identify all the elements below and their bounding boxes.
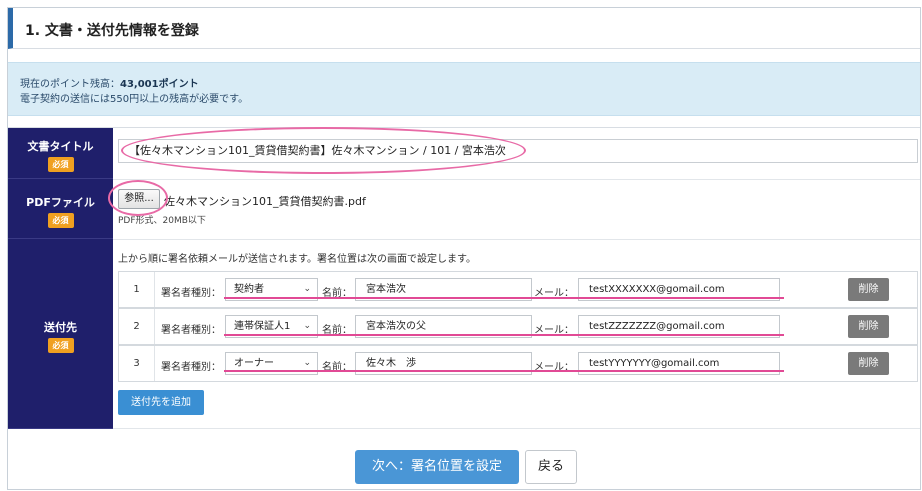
required-badge: 必須 — [47, 157, 74, 172]
signer-row: 2 署名者種別： 連帯保証人1 ⌄ 名前： 宮本浩次の父 メール： testZZZ… — [118, 308, 918, 345]
signer-type-label: 署名者種別： — [161, 325, 221, 336]
row-divider — [113, 179, 920, 180]
browse-button[interactable]: 参照... — [118, 189, 160, 209]
recipients-label-cell: 送付先 必須 — [8, 239, 113, 429]
signer-type-value: 契約者 — [234, 284, 264, 295]
signer-number: 3 — [119, 346, 155, 381]
points-balance: 現在のポイント残高：43,001ポイント — [20, 75, 199, 90]
back-button[interactable]: 戻る — [525, 450, 577, 484]
signer-row: 3 署名者種別： オーナー ⌄ 名前： 佐々木 渉 メール： testYYYYYY… — [118, 345, 918, 382]
section-header: 1. 文書・送付先情報を登録 — [8, 8, 920, 49]
doc-title-label: 文書タイトル — [27, 140, 94, 153]
signer-number: 1 — [119, 272, 155, 307]
pdf-file-name: 佐々木マンション101_賃貸借契約書.pdf — [164, 195, 366, 208]
pdf-file-label-cell: PDFファイル 必須 — [8, 179, 113, 239]
signer-row: 1 署名者種別： 契約者 ⌄ 名前： 宮本浩次 メール： testXXXXXXX@… — [118, 271, 918, 308]
required-badge: 必須 — [47, 213, 74, 228]
next-button[interactable]: 次へ：署名位置を設定 — [355, 450, 519, 484]
points-label: 現在のポイント残高： — [20, 79, 120, 90]
balance-notice: 電子契約の送信には550円以上の残高が必要です。 — [20, 94, 249, 105]
points-value: 43,001ポイント — [120, 79, 199, 90]
required-badge: 必須 — [47, 338, 74, 353]
annotation-underline — [224, 370, 784, 372]
signer-type-value: オーナー — [234, 358, 274, 369]
pdf-file-label: PDFファイル — [26, 196, 95, 209]
row-divider — [113, 239, 920, 240]
recipients-label: 送付先 — [44, 321, 77, 334]
row-divider — [113, 428, 920, 429]
section-title: 1. 文書・送付先情報を登録 — [25, 23, 199, 39]
doc-title-label-cell: 文書タイトル 必須 — [8, 128, 113, 179]
doc-title-input[interactable]: 【佐々木マンション101_賃貸借契約書】佐々木マンション / 101 / 宮本浩… — [118, 139, 918, 163]
pdf-file-note: PDF形式、20MB以下 — [118, 216, 206, 226]
signer-number: 2 — [119, 309, 155, 344]
signer-instruction: 上から順に署名依頼メールが送信されます。署名位置は次の画面で設定します。 — [118, 254, 476, 265]
delete-signer-button[interactable]: 削除 — [848, 315, 889, 338]
annotation-underline — [224, 297, 784, 299]
delete-signer-button[interactable]: 削除 — [848, 352, 889, 375]
annotation-underline — [224, 334, 784, 336]
signer-type-value: 連帯保証人1 — [234, 321, 291, 332]
delete-signer-button[interactable]: 削除 — [848, 278, 889, 301]
signer-type-label: 署名者種別： — [161, 288, 221, 299]
points-info-box: 現在のポイント残高：43,001ポイント 電子契約の送信には550円以上の残高が… — [8, 62, 920, 116]
signer-type-label: 署名者種別： — [161, 362, 221, 373]
add-recipient-button[interactable]: 送付先を追加 — [118, 390, 204, 415]
